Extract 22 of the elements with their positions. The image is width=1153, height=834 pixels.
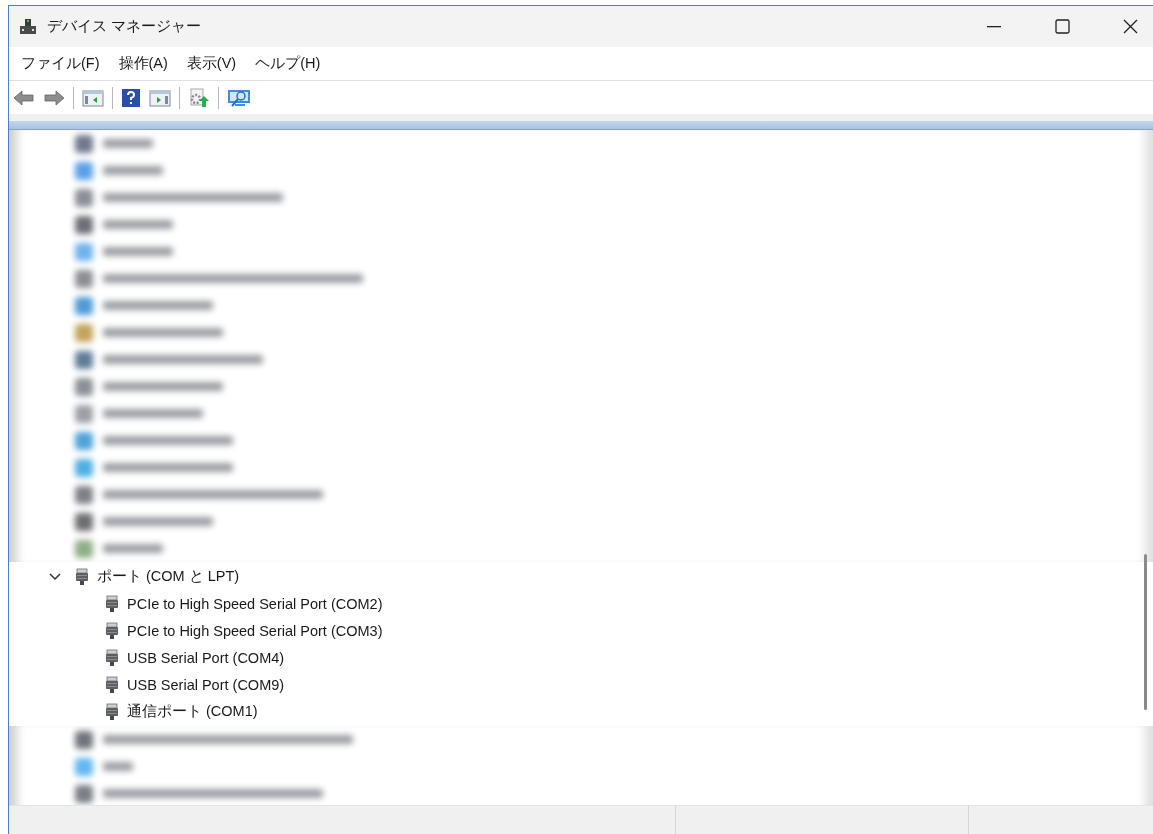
tree-item[interactable]: USB Serial Port (COM4) bbox=[127, 649, 285, 666]
port-icon bbox=[75, 567, 89, 586]
device-manager-icon bbox=[19, 17, 37, 36]
minimize-icon bbox=[987, 25, 1001, 28]
menu-item[interactable]: 操作(A) bbox=[110, 51, 176, 76]
scrollbar[interactable] bbox=[1144, 554, 1147, 710]
tree-item[interactable]: ポート (COM と LPT) bbox=[97, 567, 240, 586]
tree-item[interactable]: 通信ポート (COM1) bbox=[127, 702, 258, 721]
tree-item[interactable]: USB Serial Port (COM9) bbox=[127, 676, 285, 693]
window-title: デバイス マネージャー bbox=[47, 17, 202, 36]
port-icon bbox=[105, 594, 119, 613]
tree-item[interactable]: PCIe to High Speed Serial Port (COM2) bbox=[127, 595, 383, 612]
port-icon bbox=[105, 648, 119, 667]
tree-item[interactable]: PCIe to High Speed Serial Port (COM3) bbox=[127, 622, 383, 639]
maximize-icon bbox=[1054, 19, 1070, 34]
menu-item[interactable]: ヘルプ(H) bbox=[247, 51, 329, 76]
port-icon bbox=[105, 675, 119, 694]
close-icon bbox=[1122, 19, 1138, 34]
menu-item[interactable]: ファイル(F) bbox=[13, 51, 108, 76]
menu-item[interactable]: 表示(V) bbox=[178, 51, 245, 76]
port-icon bbox=[105, 621, 119, 640]
port-icon bbox=[105, 702, 119, 721]
